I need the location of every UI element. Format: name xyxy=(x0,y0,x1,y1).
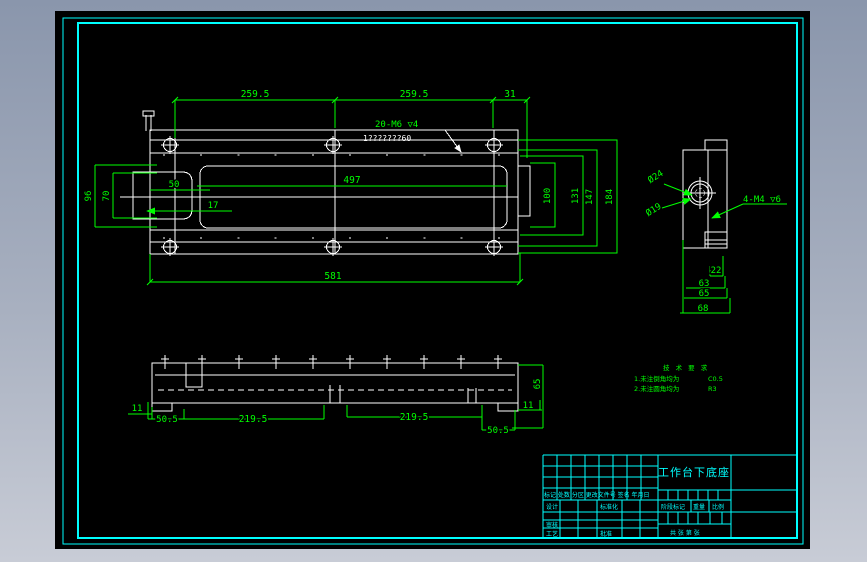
dim-22: 22 xyxy=(711,266,722,276)
drawing-line xyxy=(684,177,716,209)
dim-184: 184 xyxy=(605,189,615,205)
dim-63: 63 xyxy=(699,279,710,289)
drawing-line xyxy=(174,99,528,158)
stage-label: 阶段标记 xyxy=(661,503,685,511)
drawing-line xyxy=(382,354,392,370)
dim-259-right: 259.5 xyxy=(400,89,429,100)
drawing-line xyxy=(271,354,281,370)
drawing-line xyxy=(308,354,318,370)
drawing-line xyxy=(234,354,244,370)
drawing-line xyxy=(329,385,477,403)
approve-label: 批准 xyxy=(600,530,612,538)
dim-65-front: 65 xyxy=(533,379,543,390)
front-outline xyxy=(151,362,519,404)
dim-11-right: 11 xyxy=(523,401,534,411)
tech-notes: 技 术 要 求 1.未注倒角均为 C0.5 2.未注圆角均为 R3 xyxy=(634,363,723,393)
dim-131: 131 xyxy=(571,188,581,204)
left-foot xyxy=(151,402,173,412)
revision-header: 标记 处数 分区 更改文件号 签名 年月日 xyxy=(544,491,650,499)
dim-70: 70 xyxy=(102,191,112,202)
side-view-dimensions: Ø24 Ø19 4-M4 ▽6 22 63 65 68 xyxy=(644,168,787,316)
drawing-line xyxy=(150,139,518,243)
dim-147: 147 xyxy=(585,189,595,205)
tech-note-1-value: C0.5 xyxy=(708,375,723,383)
cad-window: 259.5 259.5 31 20-M6 ▽4 1???????60 96 70… xyxy=(0,0,867,562)
dim-50-5-left: 50.5 xyxy=(156,415,178,425)
thread-callout: 20-M6 ▽4 xyxy=(375,120,418,130)
scale-label: 比例 xyxy=(712,503,724,511)
dia-19: Ø19 xyxy=(644,201,664,219)
drawing-line xyxy=(680,240,731,314)
sheet-label: 共 张 第 张 xyxy=(670,529,700,537)
dim-96: 96 xyxy=(84,191,94,202)
dim-11-left: 11 xyxy=(132,404,143,414)
drawing-line xyxy=(661,197,692,209)
dim-65: 65 xyxy=(699,289,710,299)
tech-note-1: 1.未注倒角均为 xyxy=(634,374,679,383)
left-pocket xyxy=(132,171,193,220)
standard-label: 标准化 xyxy=(600,503,618,511)
drawing-line xyxy=(493,354,503,370)
dim-31: 31 xyxy=(504,89,516,100)
drawing-line xyxy=(197,354,207,370)
front-view-dimensions: 11 50.5 219.5 219.5 50.5 11 65 xyxy=(128,364,545,438)
drawing-line xyxy=(345,354,355,370)
weight-label: 重量 xyxy=(693,503,705,511)
dim-219-right: 219.5 xyxy=(400,412,429,423)
process-label: 工艺 xyxy=(546,530,558,538)
drawing-line xyxy=(663,183,693,196)
drawing-line xyxy=(518,139,618,254)
drawing-line xyxy=(160,135,180,155)
dim-100: 100 xyxy=(543,188,553,204)
pin xyxy=(145,115,152,131)
top-view-outline xyxy=(149,129,519,255)
pin-cap xyxy=(142,110,155,117)
drawing-line xyxy=(160,237,180,257)
drawing-line xyxy=(731,489,797,513)
drawing-line xyxy=(419,354,429,370)
drawing-line xyxy=(323,237,343,257)
drawing-line xyxy=(323,135,343,155)
drawing-line xyxy=(174,130,495,254)
front-view xyxy=(151,354,519,412)
dim-50: 50 xyxy=(169,180,180,190)
drawing-line xyxy=(484,135,504,155)
dim-68: 68 xyxy=(698,304,709,314)
thread-callout-sub: 1???????60 xyxy=(363,134,411,143)
side-top-tab xyxy=(704,139,728,151)
drawing-line xyxy=(456,354,466,370)
tech-note-2-value: R3 xyxy=(708,385,717,393)
right-foot xyxy=(497,402,519,412)
dim-259-left: 259.5 xyxy=(241,89,270,100)
tech-note-2: 2.未注圆角均为 xyxy=(634,384,679,393)
drawing-line xyxy=(484,237,504,257)
top-view-dimensions: 259.5 259.5 31 20-M6 ▽4 1???????60 96 70… xyxy=(84,89,618,286)
right-tab xyxy=(517,165,531,217)
dia-24: Ø24 xyxy=(646,168,666,186)
design-label: 设计 xyxy=(546,503,558,511)
dim-50-5-right: 50.5 xyxy=(487,426,509,436)
part-title: 工作台下底座 xyxy=(658,465,730,479)
dim-581: 581 xyxy=(324,271,341,282)
title-block: 工作台下底座 标记 处数 分区 更改文件号 签名 年月日 设计 标准化 审核 工… xyxy=(542,454,797,538)
top-view xyxy=(120,110,531,257)
drawing-line xyxy=(160,354,170,370)
dim-17: 17 xyxy=(208,201,219,211)
dim-497: 497 xyxy=(343,175,360,186)
tech-notes-title: 技 术 要 求 xyxy=(663,363,709,372)
dim-219-left: 219.5 xyxy=(239,414,268,425)
check-label: 审核 xyxy=(546,521,558,529)
drawing-svg: 259.5 259.5 31 20-M6 ▽4 1???????60 96 70… xyxy=(62,17,804,545)
drawing-line xyxy=(667,490,719,500)
